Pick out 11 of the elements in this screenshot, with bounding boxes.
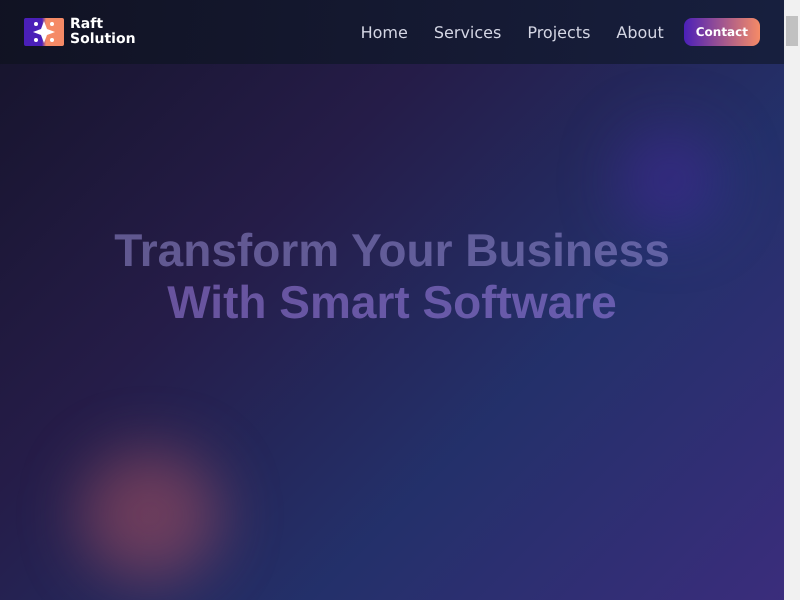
hero-headline: With Smart Software bbox=[166, 276, 618, 328]
contact-button[interactable]: Contact bbox=[684, 18, 760, 46]
logo-text[interactable]: Raft bbox=[70, 17, 136, 32]
nav-link[interactable]: Services bbox=[434, 22, 502, 42]
nav-link[interactable]: About bbox=[616, 22, 664, 42]
hero-headline: Transform Your Business bbox=[113, 224, 671, 276]
star-logo-icon[interactable] bbox=[24, 18, 64, 46]
nav-link[interactable]: Home bbox=[360, 22, 408, 42]
nav-link[interactable]: Projects bbox=[527, 22, 590, 42]
scrollbar[interactable] bbox=[784, 0, 800, 600]
logo-text[interactable]: Solution bbox=[70, 32, 136, 47]
